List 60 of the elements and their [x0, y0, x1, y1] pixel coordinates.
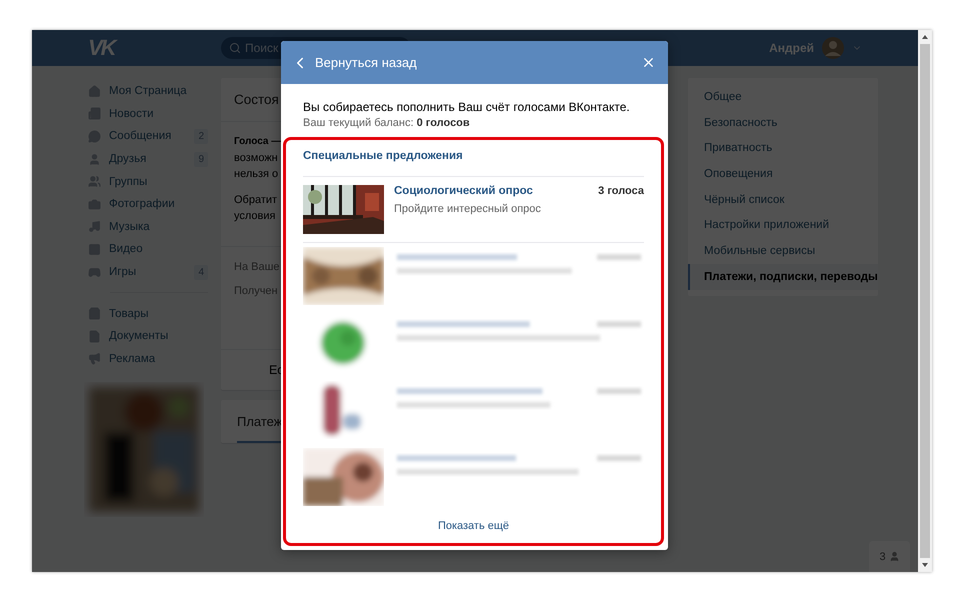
search-icon: [229, 42, 241, 54]
shopping-bag-icon: [88, 307, 101, 320]
close-icon: [641, 55, 656, 70]
settings-menu-item[interactable]: Общее: [688, 84, 878, 110]
nav-item[interactable]: Видео: [88, 238, 208, 261]
camera-icon: [88, 198, 101, 211]
nav-label: Игры: [109, 266, 138, 278]
offer-description: Пройдите интересный опрос: [394, 203, 542, 215]
nav-label: Моя Страница: [109, 85, 188, 98]
home-icon: [88, 84, 101, 98]
paragraph-line: нельзя о: [234, 167, 278, 182]
scroll-down-icon[interactable]: [921, 562, 929, 568]
speech-bubble-icon: [88, 130, 101, 143]
offer-row[interactable]: Социологический опрос 3 голоса Пройдите интересный опрос: [303, 177, 644, 243]
settings-menu-item[interactable]: Приватность: [688, 135, 878, 162]
nav-label: Сообщения: [109, 130, 172, 142]
paragraph-line: возможн: [234, 151, 278, 166]
paragraph-line: Обратит: [234, 193, 278, 208]
nav-label: Музыка: [109, 220, 151, 233]
newspaper-icon: [88, 107, 101, 120]
offer-title: Социологический опрос: [394, 185, 533, 197]
offer-price: 3 голоса: [598, 185, 644, 197]
back-button[interactable]: Вернуться назад: [315, 55, 417, 70]
scroll-up-icon[interactable]: [921, 34, 929, 40]
nav-label: Товары: [109, 308, 150, 320]
nav-item[interactable]: Товары: [88, 302, 208, 325]
nav-item[interactable]: Группы: [88, 170, 208, 193]
settings-menu-item[interactable]: Оповещения: [688, 161, 878, 187]
close-button[interactable]: [641, 55, 656, 70]
settings-menu-item[interactable]: Настройки приложений: [688, 212, 878, 238]
music-note-icon: [88, 220, 101, 234]
person-icon: [888, 551, 900, 562]
nav-label: Группы: [109, 176, 148, 188]
nav-item[interactable]: Новости: [88, 102, 208, 126]
person-icon: [88, 152, 101, 166]
gamepad-icon: [88, 266, 101, 279]
scrollbar-thumb[interactable]: [920, 44, 930, 558]
paragraph-line: Голоса —: [234, 135, 282, 149]
nav-item[interactable]: Музыка: [88, 216, 208, 238]
document-icon: [88, 330, 101, 343]
nav-label: Друзья: [109, 153, 148, 166]
nav-item[interactable]: Фотографии: [88, 192, 208, 216]
nav-item[interactable]: Моя Страница: [88, 80, 208, 103]
nav-label: Документы: [109, 330, 170, 342]
settings-menu-item[interactable]: Безопасность: [688, 110, 878, 136]
paragraph-line: условия: [234, 209, 276, 224]
nav-label: Реклама: [109, 352, 156, 365]
nav-label: Фотографии: [109, 198, 176, 210]
nav-label: Видео: [109, 243, 144, 256]
people-icon: [88, 175, 101, 188]
nav-item[interactable]: Реклама: [88, 348, 208, 370]
settings-menu-item[interactable]: Мобильные сервисы: [688, 238, 878, 264]
megaphone-icon: [88, 352, 101, 366]
settings-menu-item[interactable]: Платежи, подписки, переводы: [688, 264, 878, 290]
show-more-link[interactable]: Показать ещё: [432, 519, 516, 533]
intro-text: Вы собираетесь пополнить Ваш счёт голосами ВКонтакте.: [302, 99, 631, 114]
nav-label: Новости: [109, 108, 155, 120]
section-title: Специальные предложения: [303, 150, 644, 177]
nav-item[interactable]: Документы: [88, 324, 208, 348]
settings-menu-item[interactable]: Чёрный список: [688, 186, 878, 212]
